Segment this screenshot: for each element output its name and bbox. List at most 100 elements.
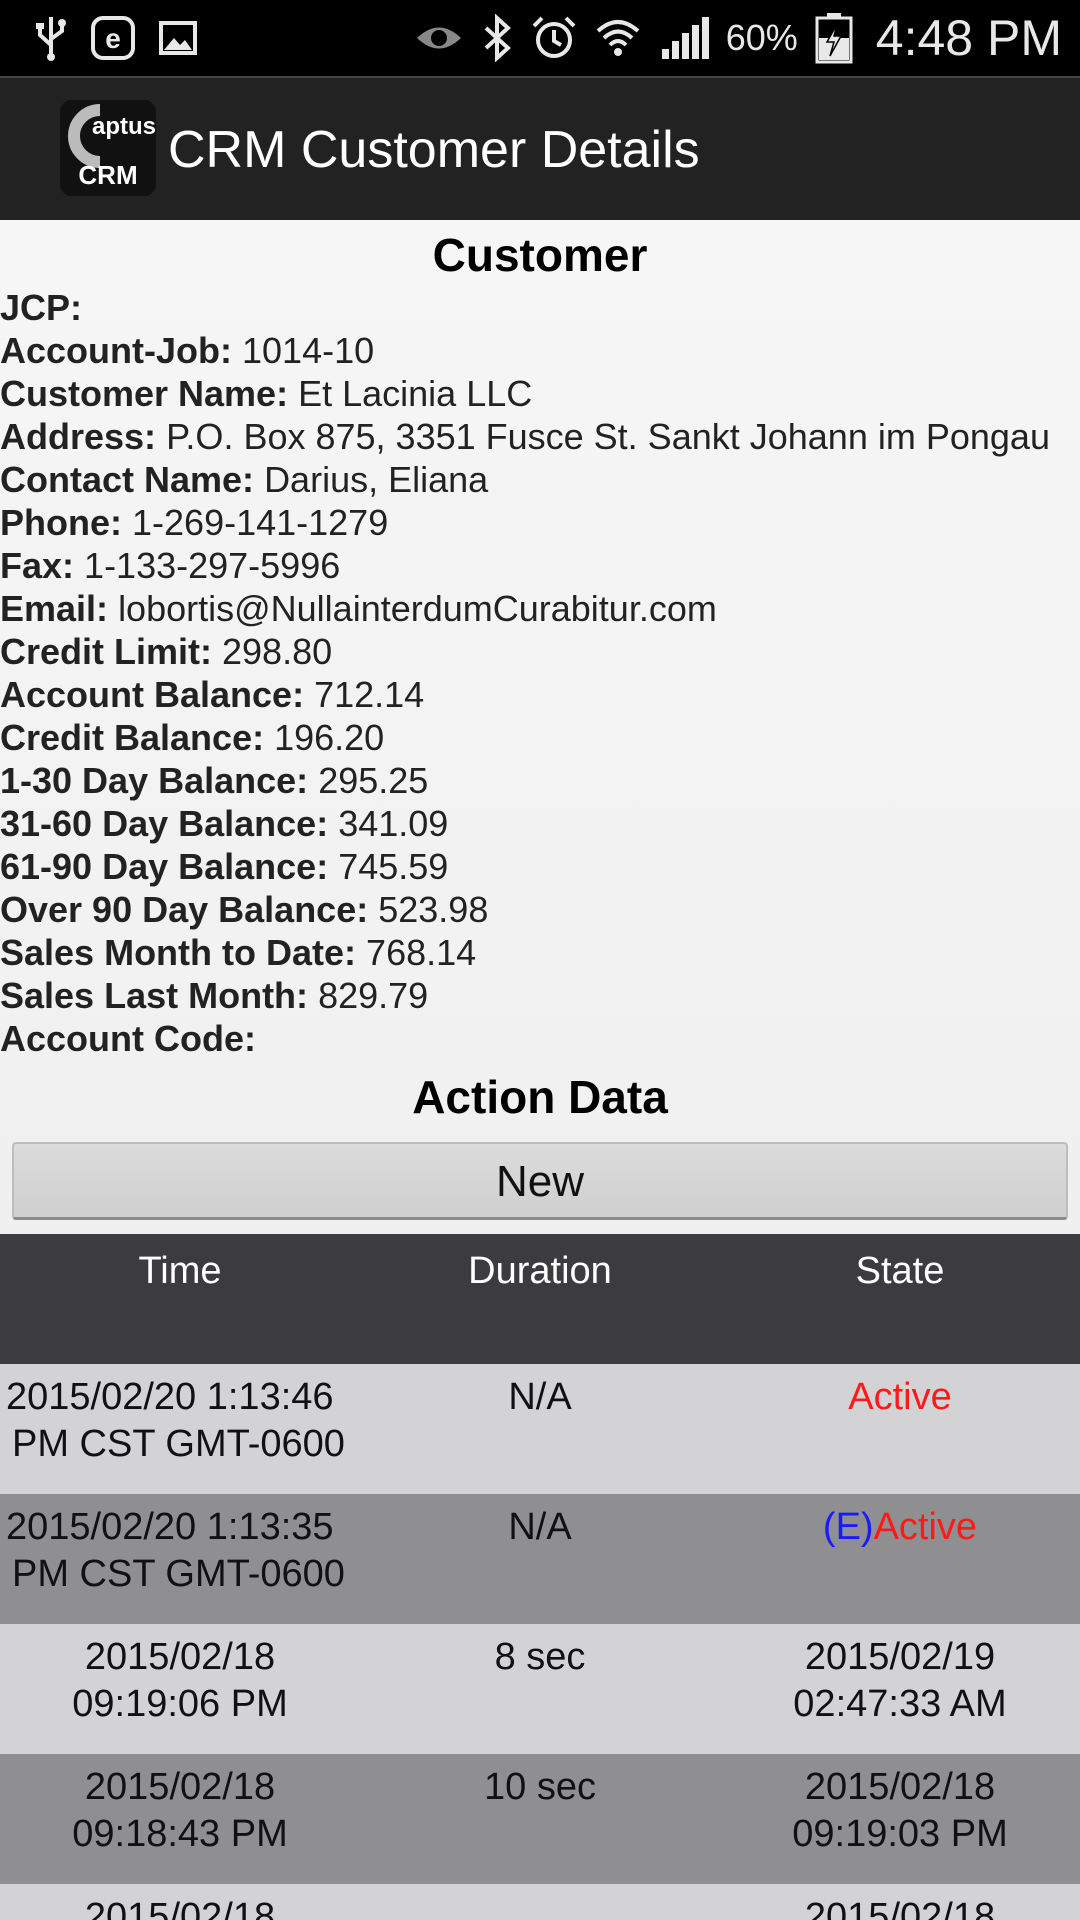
field-value: Et Lacinia LLC [298, 373, 533, 414]
time-line: 09:18:43 PM [72, 1813, 288, 1855]
field-credit-limit: Credit Limit: 298.80 [0, 630, 1080, 673]
field-account-balance: Account Balance: 712.14 [0, 673, 1080, 716]
table-row[interactable]: 2015/02/18 09:19:06 PM 8 sec 2015/02/19 02… [0, 1624, 1080, 1754]
field-label: Credit Balance: [0, 717, 265, 758]
battery-percent: 60% [725, 17, 798, 58]
usb-icon [34, 15, 68, 61]
field-customer-name: Customer Name: Et Lacinia LLC [0, 372, 1080, 415]
state-line: 2015/02/18 [804, 1766, 996, 1808]
signal-icon [658, 15, 710, 61]
column-header-state: State [855, 1250, 945, 1292]
time-line: PM CST GMT-0600 [12, 1423, 345, 1465]
field-phone[interactable]: Phone: 1-269-141-1279 [0, 501, 1080, 544]
field-sales-last-month: Sales Last Month: 829.79 [0, 974, 1080, 1017]
field-value: 829.79 [318, 975, 429, 1016]
field-value: 712.14 [314, 674, 425, 715]
field-label: JCP: [0, 287, 83, 328]
status-clock: 4:48 PM [875, 10, 1062, 66]
notification-icons: e [0, 15, 198, 61]
field-value: P.O. Box 875, 3351 Fusce St. Sankt Johan… [166, 416, 1050, 457]
system-status-icons: 60% 4:48 PM [414, 0, 1062, 76]
field-value: 196.20 [274, 717, 385, 758]
field-label: 1-30 Day Balance: [0, 760, 309, 801]
action-data-table: Time Duration State 2015/02/20 1:13:46 PM… [0, 1234, 1080, 1920]
duration-cell: N/A [508, 1376, 572, 1418]
column-header-time: Time [138, 1250, 222, 1292]
field-value: 341.09 [338, 803, 449, 844]
page-title: CRM Customer Details [168, 121, 700, 179]
field-value: Darius, Eliana [264, 459, 489, 500]
field-value: 1014-10 [242, 330, 375, 371]
field-label: 31-60 Day Balance: [0, 803, 329, 844]
image-icon [158, 18, 198, 58]
field-account-job: Account-Job: 1014-10 [0, 329, 1080, 372]
field-credit-balance: Credit Balance: 196.20 [0, 716, 1080, 759]
state-line: 09:19:03 PM [792, 1813, 1008, 1855]
time-line: 09:19:06 PM [72, 1683, 288, 1725]
field-61-90-day-balance: 61-90 Day Balance: 745.59 [0, 845, 1080, 888]
field-over-90-day-balance: Over 90 Day Balance: 523.98 [0, 888, 1080, 931]
field-jcp: JCP: [0, 286, 1080, 329]
table-row[interactable]: 2015/02/18 2015/02/18 [0, 1884, 1080, 1920]
action-bar: aptus CRM CRM Customer Details [0, 76, 1080, 220]
duration-cell [360, 1884, 720, 1920]
field-label: Sales Month to Date: [0, 932, 357, 973]
field-value: 1-133-297-5996 [84, 545, 341, 586]
table-row[interactable]: 2015/02/20 1:13:46 PM CST GMT-0600 N/A Ac… [0, 1364, 1080, 1494]
field-label: Phone: [0, 502, 122, 543]
table-row[interactable]: 2015/02/18 09:18:43 PM 10 sec 2015/02/18 0… [0, 1754, 1080, 1884]
state-cell: 2015/02/18 09:19:03 PM [720, 1754, 1080, 1884]
field-label: Account Code: [0, 1018, 256, 1059]
state-value: Active [848, 1376, 952, 1418]
time-line: 2015/02/18 [84, 1636, 276, 1678]
field-account-code: Account Code: [0, 1017, 1080, 1060]
field-value: lobortis@NullainterdumCurabitur.com [118, 588, 717, 629]
field-fax: Fax: 1-133-297-5996 [0, 544, 1080, 587]
time-line: 2015/02/18 [84, 1896, 276, 1920]
time-cell: 2015/02/20 1:13:46 PM CST GMT-0600 [0, 1364, 360, 1494]
content-area[interactable]: Customer JCP: Account-Job: 1014-10 Custo… [0, 220, 1080, 1920]
new-action-button[interactable]: New [12, 1142, 1068, 1220]
app-logo[interactable]: aptus CRM [60, 100, 156, 196]
field-31-60-day-balance: 31-60 Day Balance: 341.09 [0, 802, 1080, 845]
duration-cell: 8 sec [494, 1636, 586, 1678]
bluetooth-icon [480, 14, 514, 62]
field-label: Customer Name: [0, 373, 289, 414]
field-value: 768.14 [366, 932, 477, 973]
state-line: 2015/02/18 [804, 1896, 996, 1920]
field-label: Sales Last Month: [0, 975, 309, 1016]
field-value: 295.25 [318, 760, 429, 801]
time-line: 2015/02/18 [84, 1766, 276, 1808]
time-line: PM CST GMT-0600 [12, 1553, 345, 1595]
state-cell: 2015/02/19 02:47:33 AM [720, 1624, 1080, 1754]
time-cell: 2015/02/18 09:18:43 PM [0, 1754, 360, 1884]
field-label: Email: [0, 588, 109, 629]
e-app-icon: e [90, 15, 136, 61]
field-label: 61-90 Day Balance: [0, 846, 329, 887]
state-value: Active [873, 1506, 978, 1548]
customer-fields: JCP: Account-Job: 1014-10 Customer Name:… [0, 286, 1080, 1060]
state-cell: (E)Active [720, 1494, 1080, 1624]
time-cell: 2015/02/20 1:13:35 PM CST GMT-0600 [0, 1494, 360, 1624]
field-label: Contact Name: [0, 459, 255, 500]
table-row[interactable]: 2015/02/20 1:13:35 PM CST GMT-0600 N/A (E… [0, 1494, 1080, 1624]
field-label: Address: [0, 416, 157, 457]
time-line: 2015/02/20 1:13:35 [6, 1506, 334, 1548]
customer-section-title: Customer [432, 229, 648, 281]
battery-icon [814, 12, 854, 64]
field-email[interactable]: Email: lobortis@NullainterdumCurabitur.c… [0, 587, 1080, 630]
logo-text-top: aptus [92, 113, 156, 140]
state-line: 02:47:33 AM [793, 1683, 1007, 1725]
field-value: 298.80 [222, 631, 333, 672]
field-label: Account-Job: [0, 330, 232, 371]
field-address: Address: P.O. Box 875, 3351 Fusce St. Sa… [0, 415, 1080, 458]
svg-text:e: e [105, 23, 121, 54]
status-bar: e 60% 4:48 PM [0, 0, 1080, 76]
field-label: Account Balance: [0, 674, 305, 715]
column-header-duration: Duration [468, 1250, 612, 1292]
field-contact-name: Contact Name: Darius, Eliana [0, 458, 1080, 501]
state-prefix: (E) [822, 1506, 874, 1548]
field-sales-month-to-date: Sales Month to Date: 768.14 [0, 931, 1080, 974]
state-line: 2015/02/19 [804, 1636, 996, 1678]
field-value: 1-269-141-1279 [132, 502, 389, 543]
